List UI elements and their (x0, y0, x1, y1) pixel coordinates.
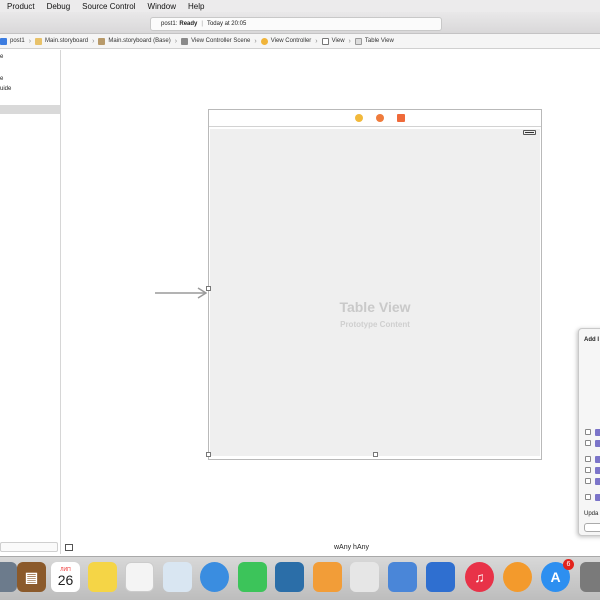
resize-handle[interactable] (206, 452, 211, 457)
crumb-project[interactable]: post1 › (0, 37, 35, 45)
pages-icon[interactable] (313, 562, 342, 592)
crumb-label: Main.storyboard (45, 38, 89, 44)
xcode-icon[interactable] (426, 562, 455, 592)
crumb-label: Main.storyboard (Base) (108, 38, 171, 44)
project-icon (0, 37, 7, 45)
resize-handle[interactable] (206, 286, 211, 291)
crumb-storyboard-base[interactable]: Main.storyboard (Base) › (98, 37, 181, 45)
first-responder-icon[interactable] (376, 114, 384, 122)
calendar-day: 26 (57, 571, 74, 588)
constraint-checkbox[interactable] (585, 456, 591, 462)
dock: ▤ ЛИП 26 ♫ A 6 (0, 556, 600, 600)
status-separator: | (201, 21, 203, 27)
calendar-icon[interactable]: ЛИП 26 (51, 562, 80, 592)
constraint-checkbox[interactable] (585, 429, 591, 435)
initial-view-controller-arrow (155, 287, 207, 299)
table-view[interactable]: Table View Prototype Content (210, 129, 540, 456)
constraint-icon (595, 456, 600, 463)
activity-status: post1: Ready | Today at 20:05 (150, 17, 442, 31)
menu-product[interactable]: Product (0, 2, 41, 11)
exit-icon[interactable] (397, 114, 405, 122)
chevron-right-icon: › (174, 37, 178, 45)
view-controller-icon (260, 37, 268, 45)
keynote-icon[interactable] (388, 562, 417, 592)
app-store-icon[interactable]: A 6 (541, 559, 574, 592)
storyboard-file-icon (98, 37, 106, 45)
reminders-icon[interactable] (125, 562, 154, 592)
outline-selected-row[interactable] (0, 105, 60, 114)
menu-source-control[interactable]: Source Control (76, 2, 141, 11)
crumb-label: View Controller (270, 38, 312, 44)
constraint-icon (595, 478, 600, 485)
size-class-control[interactable]: wAny hAny (334, 544, 369, 551)
crumb-label: Table View (364, 38, 394, 44)
popover-title: Add I (584, 337, 599, 343)
ibooks-icon[interactable] (503, 562, 532, 592)
table-view-title: Table View (339, 299, 411, 315)
constraint-checkbox[interactable] (585, 478, 591, 484)
view-controller-icon[interactable] (355, 114, 363, 122)
menu-bar: Product Debug Source Control Window Help (0, 0, 600, 12)
crumb-label: View Controller Scene (191, 38, 251, 44)
add-constraints-popover: Add I Upda (578, 328, 600, 536)
jump-bar: post1 › Main.storyboard › Main.storyboar… (0, 34, 600, 49)
notes-icon[interactable] (88, 562, 117, 592)
outline-toggle-icon[interactable] (65, 544, 73, 551)
numbers-icon[interactable] (350, 562, 379, 592)
menu-help[interactable]: Help (182, 2, 210, 11)
constraint-checkbox[interactable] (585, 494, 591, 500)
crumb-view[interactable]: View › (321, 37, 355, 45)
view-icon (321, 37, 329, 45)
toolbar: post1: Ready | Today at 20:05 (0, 12, 600, 34)
crumb-view-controller[interactable]: View Controller › (260, 37, 322, 45)
chevron-right-icon: › (92, 37, 95, 45)
table-view-icon (354, 37, 362, 45)
crumb-scene[interactable]: View Controller Scene › (181, 37, 261, 45)
messages-icon[interactable] (200, 562, 229, 592)
update-frames-label: Upda (584, 511, 599, 517)
scene-icon (181, 37, 189, 45)
menu-window[interactable]: Window (142, 2, 182, 11)
crumb-storyboard[interactable]: Main.storyboard › (35, 37, 98, 45)
view-controller-scene[interactable]: Table View Prototype Content (206, 109, 542, 460)
status-state: Ready (179, 21, 198, 27)
outline-row[interactable]: e (0, 76, 3, 82)
contacts-icon[interactable]: ▤ (17, 562, 46, 592)
outline-row[interactable]: uide (0, 86, 11, 92)
resize-handle[interactable] (373, 452, 378, 457)
storyboard-icon (35, 37, 43, 45)
chevron-right-icon: › (28, 37, 32, 45)
prototype-content-label: Prototype Content (340, 320, 410, 329)
crumb-label: View (331, 38, 345, 44)
system-preferences-icon[interactable] (580, 562, 600, 592)
crumb-table-view[interactable]: Table View (354, 37, 394, 45)
status-project: post1: (161, 21, 178, 27)
facetime-icon[interactable] (238, 562, 267, 592)
chevron-right-icon: › (348, 37, 351, 45)
constraint-checkbox[interactable] (585, 467, 591, 473)
battery-icon (523, 130, 536, 135)
constraint-icon (595, 429, 600, 436)
status-time: Today at 20:05 (206, 21, 247, 27)
iphoto-icon[interactable] (275, 562, 304, 592)
finder-icon[interactable] (0, 562, 17, 592)
size-class-bar: wAny hAny (62, 541, 600, 554)
crumb-label: post1 (10, 38, 25, 44)
constraint-icon (595, 494, 600, 501)
scene-dock (209, 110, 541, 127)
outline-filter-field[interactable] (0, 542, 58, 552)
outline-row[interactable]: e (0, 54, 3, 60)
chevron-right-icon: › (315, 37, 318, 45)
constraint-icon (595, 467, 600, 474)
app-store-badge: 6 (563, 559, 574, 570)
constraint-checkbox[interactable] (585, 440, 591, 446)
add-constraints-button[interactable] (584, 523, 600, 532)
itunes-icon[interactable]: ♫ (465, 562, 494, 592)
preview-icon[interactable] (163, 562, 192, 592)
document-outline: e e uide (0, 50, 61, 554)
chevron-right-icon: › (254, 37, 257, 45)
constraint-icon (595, 440, 600, 447)
menu-debug[interactable]: Debug (41, 2, 77, 11)
